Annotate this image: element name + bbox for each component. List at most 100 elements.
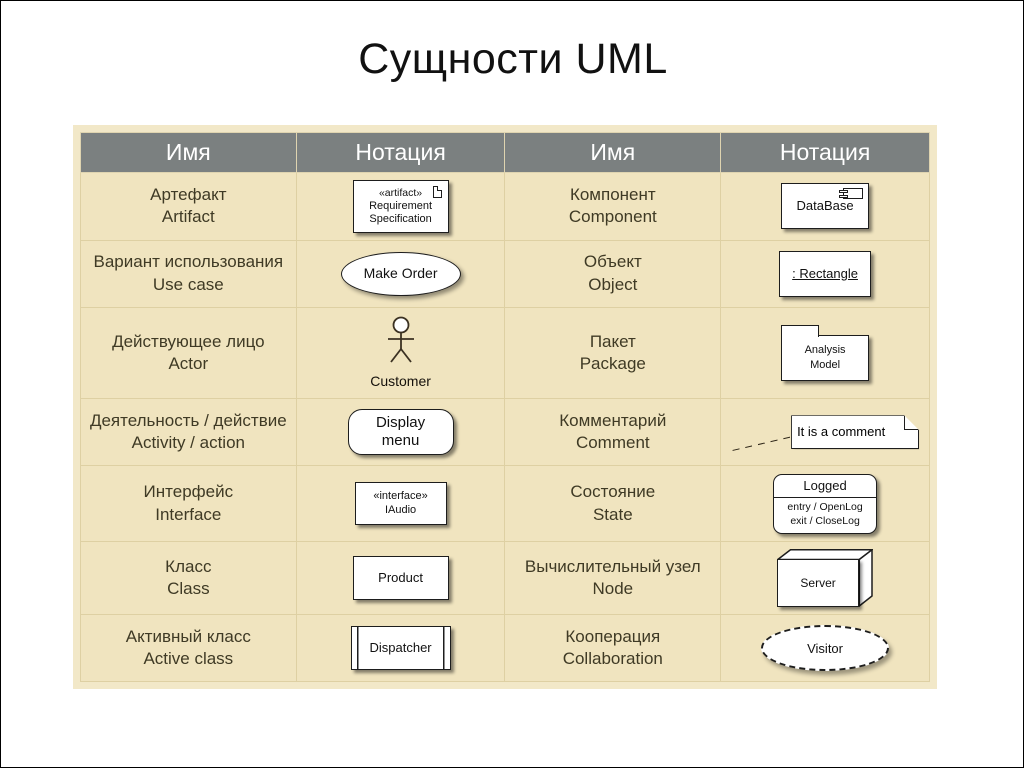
entity-name-cell: Класс Class: [80, 540, 297, 616]
activity-line1: Display: [375, 413, 426, 431]
package-body: Analysis Model: [781, 335, 870, 382]
entity-name-cell: Артефакт Artifact: [80, 172, 297, 241]
column-header-name-left: Имя: [80, 132, 297, 173]
table-row: Интерфейс Interface «interface» IAudio С…: [80, 465, 930, 542]
entity-notation-cell: Server: [720, 540, 930, 616]
entity-label-ru: Деятельность / действие: [89, 410, 287, 430]
active-class-notation-shape: Dispatcher: [350, 626, 451, 671]
document-icon: [432, 185, 442, 198]
entity-name-cell: Деятельность / действие Activity / actio…: [80, 398, 297, 467]
activity-line2: menu: [381, 432, 420, 450]
entity-label-ru: Пакет: [589, 331, 636, 351]
artifact-notation-shape: «artifact» Requirement Specification: [352, 179, 449, 234]
entity-label-en: Activity / action: [131, 433, 245, 453]
entity-label: Кооперация Collaboration: [505, 622, 720, 675]
artifact-stereotype: «artifact»: [378, 186, 423, 199]
entity-label-en: Class: [167, 579, 210, 599]
table-row: Артефакт Artifact «artifact» Requirement…: [80, 172, 930, 241]
entity-label: Интерфейс Interface: [81, 477, 296, 530]
entity-name-cell: Компонент Component: [504, 172, 722, 241]
table-row: Деятельность / действие Activity / actio…: [80, 398, 930, 467]
interface-stereotype: «interface»: [373, 489, 428, 502]
package-line2: Model: [810, 358, 841, 371]
entity-label: Деятельность / действие Activity / actio…: [81, 406, 296, 459]
entity-label-ru: Действующее лицо: [112, 331, 265, 351]
entity-label-en: Comment: [575, 433, 650, 453]
entity-label-ru: Вычислительный узел: [524, 556, 701, 576]
active-class-name: Dispatcher: [369, 639, 432, 655]
comment-anchor-dashed-line: [732, 435, 794, 451]
entity-notation-cell: Customer: [295, 306, 506, 400]
comment-note-body: It is a comment: [791, 415, 919, 449]
comment-text: It is a comment: [797, 424, 886, 440]
entity-name-cell: Объект Object: [504, 239, 722, 308]
entity-label-en: Artifact: [161, 207, 215, 227]
entity-notation-cell: «artifact» Requirement Specification: [295, 172, 506, 241]
table-row: Класс Class Product Вычислительный узел …: [80, 540, 930, 616]
entity-label-en: Component: [568, 207, 657, 227]
artifact-line2: Specification: [369, 213, 432, 226]
actor-stick-figure-icon: [378, 316, 424, 371]
entity-label: Вычислительный узел Node: [505, 552, 720, 605]
slide-canvas: Сущности UML Имя Нотация Имя Нотация Арт…: [0, 0, 1024, 768]
table-row: Вариант использования Use case Make Orde…: [80, 239, 930, 308]
entity-label: Артефакт Artifact: [81, 180, 296, 233]
collaboration-notation-shape: Visitor: [761, 625, 890, 672]
entity-label: Компонент Component: [505, 180, 720, 233]
entity-notation-cell: Analysis Model: [720, 306, 930, 400]
state-entry-action: entry / OpenLog: [787, 501, 863, 514]
entity-name-cell: Вариант использования Use case: [80, 239, 297, 308]
class-name: Product: [378, 569, 423, 585]
comment-notation-shape: It is a comment: [721, 415, 929, 451]
entity-label-en: Package: [579, 353, 646, 373]
uml-entities-table-wrapper: Имя Нотация Имя Нотация Артефакт Artifac…: [73, 125, 937, 689]
entity-label-ru: Активный класс: [125, 626, 251, 646]
entity-notation-cell: Product: [295, 540, 506, 616]
actor-notation-shape: Customer: [370, 316, 431, 389]
entity-name-cell: Пакет Package: [504, 306, 722, 400]
use-case-name: Make Order: [363, 264, 438, 281]
component-name: DataBase: [796, 198, 854, 214]
collaboration-name: Visitor: [807, 640, 843, 656]
entity-label: Активный класс Active class: [81, 622, 296, 675]
entity-label: Вариант использования Use case: [81, 247, 296, 300]
entity-label-en: State: [592, 504, 633, 524]
entity-label-ru: Вариант использования: [93, 252, 284, 272]
entity-name-cell: Кооперация Collaboration: [504, 614, 722, 682]
node-front-face: Server: [777, 559, 860, 608]
entity-label-ru: Кооперация: [565, 626, 661, 646]
entity-name-cell: Интерфейс Interface: [80, 465, 297, 542]
package-tab: [781, 324, 820, 337]
entity-name-cell: Активный класс Active class: [80, 614, 297, 682]
artifact-line1: Requirement: [369, 199, 433, 212]
entity-label-en: Node: [592, 579, 634, 599]
page-title: Сущности UML: [358, 35, 668, 83]
entity-label-en: Actor: [168, 353, 209, 373]
component-notation-shape: DataBase: [781, 183, 870, 230]
node-name: Server: [800, 576, 836, 591]
package-line1: Analysis: [804, 344, 846, 357]
entity-label: Состояние State: [505, 477, 720, 530]
entity-label-en: Object: [588, 274, 638, 294]
use-case-notation-shape: Make Order: [340, 251, 461, 296]
state-notation-shape: Logged entry / OpenLog exit / CloseLog: [773, 473, 878, 534]
entity-label-en: Active class: [143, 649, 234, 669]
entity-notation-cell: It is a comment: [720, 398, 930, 467]
entity-notation-cell: Dispatcher: [295, 614, 506, 682]
column-header-notation-right: Нотация: [720, 132, 930, 173]
entity-notation-cell: Make Order: [295, 239, 506, 308]
interface-name: IAudio: [384, 503, 417, 516]
interface-notation-shape: «interface» IAudio: [354, 481, 447, 526]
entity-notation-cell: Display menu: [295, 398, 506, 467]
entity-label-en: Collaboration: [562, 649, 663, 669]
table-row: Действующее лицо Actor Customer Пакет Pa…: [80, 306, 930, 400]
state-body: entry / OpenLog exit / CloseLog: [774, 498, 876, 532]
entity-label-ru: Класс: [165, 556, 212, 576]
entity-label: Действующее лицо Actor: [81, 327, 296, 380]
table-row: Активный класс Active class Dispatcher К…: [80, 614, 930, 682]
entity-label-ru: Состояние: [570, 482, 656, 502]
entity-label-en: Interface: [155, 504, 222, 524]
entity-label-ru: Комментарий: [559, 410, 667, 430]
class-notation-shape: Product: [352, 556, 449, 601]
state-exit-action: exit / CloseLog: [790, 514, 860, 527]
